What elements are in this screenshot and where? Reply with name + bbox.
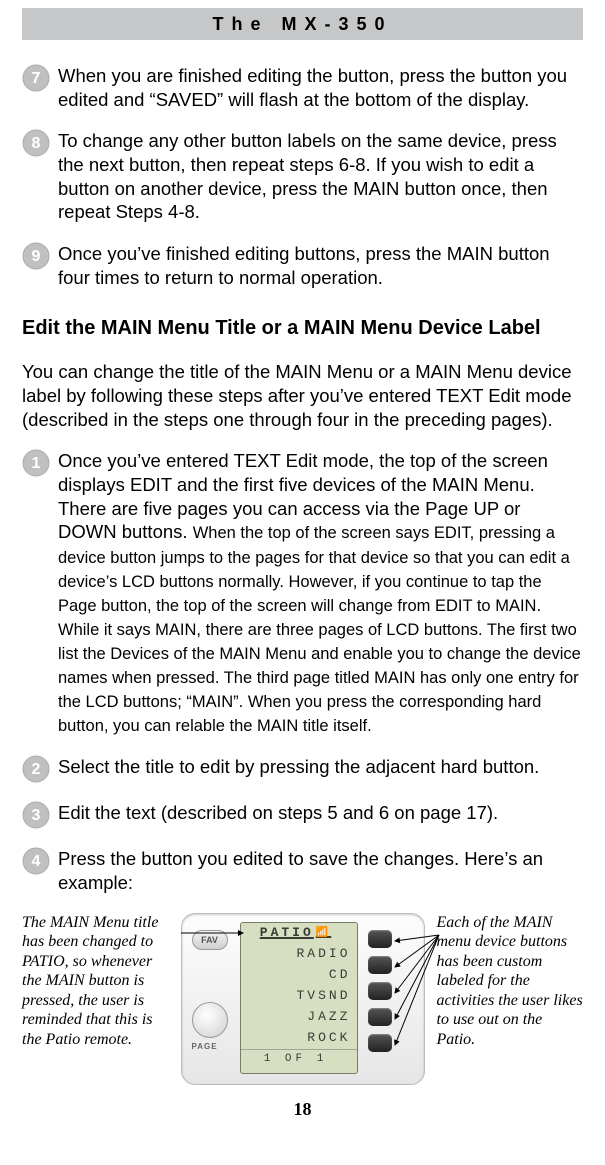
hard-button-1 xyxy=(368,930,392,948)
header-bar: The MX-350 xyxy=(22,8,583,40)
page-button xyxy=(192,1002,228,1038)
lcd-screen: PATIO📶 RADIO CD TVSND JAZZ ROCK 1 OF 1 xyxy=(240,922,358,1074)
step-8-text: To change any other button labels on the… xyxy=(58,129,583,224)
step-9: 9 Once you’ve finished editing buttons, … xyxy=(22,242,583,289)
step-8: 8 To change any other button labels on t… xyxy=(22,129,583,224)
device-illustration: FAV PAGE PATIO📶 RADIO CD TVSND JAZZ ROCK… xyxy=(181,913,425,1085)
hard-button-5 xyxy=(368,1034,392,1052)
hard-buttons xyxy=(368,930,392,1052)
svg-text:1: 1 xyxy=(32,455,41,472)
svg-text:8: 8 xyxy=(32,135,41,152)
svg-text:3: 3 xyxy=(32,807,41,824)
screen-row-3: TVSND xyxy=(241,986,357,1007)
screen-title: PATIO📶 xyxy=(241,923,357,944)
step-9-text: Once you’ve finished editing buttons, pr… xyxy=(58,242,583,289)
figure-caption-left: The MAIN Menu title has been changed to … xyxy=(22,913,169,1050)
bullet-3: 3 xyxy=(22,801,50,829)
screen-footer: 1 OF 1 xyxy=(241,1049,357,1070)
screen-row-4: JAZZ xyxy=(241,1007,357,1028)
step-4: 4 Press the button you edited to save th… xyxy=(22,847,583,894)
svg-text:2: 2 xyxy=(32,761,41,778)
hard-button-3 xyxy=(368,982,392,1000)
section-intro: You can change the title of the MAIN Men… xyxy=(22,360,583,431)
step-3-text: Edit the text (described on steps 5 and … xyxy=(58,801,583,825)
svg-text:9: 9 xyxy=(32,248,41,265)
bullet-1: 1 xyxy=(22,449,50,477)
screen-row-1: RADIO xyxy=(241,944,357,965)
fav-button: FAV xyxy=(192,930,228,950)
svg-text:4: 4 xyxy=(32,853,41,870)
figure-caption-right: Each of the MAIN menu device buttons has… xyxy=(437,913,584,1050)
step-7-text: When you are finished editing the button… xyxy=(58,64,583,111)
step-1-detail: When the top of the screen says EDIT, pr… xyxy=(58,524,581,735)
step-3: 3 Edit the text (described on steps 5 an… xyxy=(22,801,583,829)
header-title: The MX-350 xyxy=(212,14,392,35)
hard-button-4 xyxy=(368,1008,392,1026)
bullet-7: 7 xyxy=(22,64,50,92)
step-7: 7 When you are finished editing the butt… xyxy=(22,64,583,111)
bullet-2: 2 xyxy=(22,755,50,783)
bullet-9: 9 xyxy=(22,242,50,270)
screen-title-text: PATIO xyxy=(260,925,314,940)
step-4-text: Press the button you edited to save the … xyxy=(58,847,583,894)
hard-button-2 xyxy=(368,956,392,974)
step-2: 2 Select the title to edit by pressing t… xyxy=(22,755,583,783)
page-number: 18 xyxy=(22,1099,583,1120)
step-2-text: Select the title to edit by pressing the… xyxy=(58,755,583,779)
remote-body: FAV PAGE PATIO📶 RADIO CD TVSND JAZZ ROCK… xyxy=(181,913,425,1085)
section-heading: Edit the MAIN Menu Title or a MAIN Menu … xyxy=(22,317,583,340)
bullet-8: 8 xyxy=(22,129,50,157)
signal-icon: 📶 xyxy=(316,927,331,939)
bullet-4: 4 xyxy=(22,847,50,875)
step-1: 1 Once you’ve entered TEXT Edit mode, th… xyxy=(22,449,583,737)
screen-row-2: CD xyxy=(241,965,357,986)
svg-text:7: 7 xyxy=(32,70,41,87)
step-1-text: Once you’ve entered TEXT Edit mode, the … xyxy=(58,449,583,737)
page-label: PAGE xyxy=(192,1042,218,1051)
screen-row-5: ROCK xyxy=(241,1028,357,1049)
example-figure: The MAIN Menu title has been changed to … xyxy=(22,913,583,1085)
